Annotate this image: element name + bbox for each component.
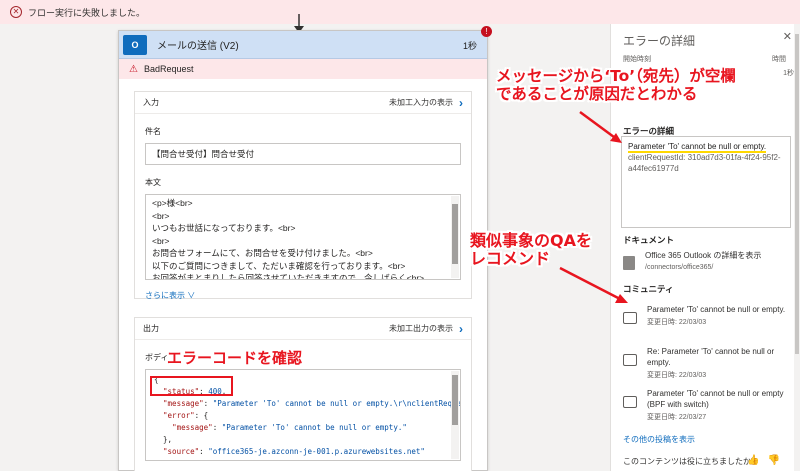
close-icon[interactable]: ✕ bbox=[783, 30, 792, 43]
client-request-id: clientRequestId: 310ad7d3-01fa-4f24-95f2… bbox=[628, 153, 781, 173]
warning-icon: ⚠ bbox=[129, 63, 138, 75]
message-key: "message" bbox=[163, 399, 204, 408]
error-code-bar: ⚠ BadRequest bbox=[119, 59, 487, 79]
error-circle-icon: ✕ bbox=[10, 6, 22, 18]
chat-icon bbox=[623, 396, 637, 408]
input-section-header: 入力 未加工入力の表示 › bbox=[135, 92, 471, 114]
show-more-link[interactable]: さらに表示 ∨ bbox=[145, 290, 471, 301]
action-title: メールの送信 (V2) bbox=[157, 41, 239, 52]
body-line: <br> bbox=[152, 210, 170, 221]
community-item-title: Parameter 'To' cannot be null or empty (… bbox=[647, 389, 784, 409]
output-header: 出力 bbox=[143, 324, 159, 333]
body-line: お回答がまとまりしたら回答させていただきますので、今しばらく<br> bbox=[152, 273, 425, 280]
community-item[interactable]: Parameter 'To' cannot be null or empty. … bbox=[623, 304, 793, 327]
qa-annotation-line2: レコメンド bbox=[470, 249, 551, 269]
error-code-annotation: エラーコードを確認 bbox=[167, 349, 303, 367]
feedback-question: このコンテンツは役に立ちましたか? bbox=[623, 457, 756, 466]
source-key: "source" bbox=[163, 447, 200, 456]
body-line: 以下のご質問につきまして、ただいま確認を行っております。<br> bbox=[152, 260, 406, 271]
inner-message-key: "message" bbox=[172, 423, 213, 432]
outlook-icon: O bbox=[123, 34, 147, 55]
doc-title: Office 365 Outlook の詳細を表示 bbox=[645, 251, 762, 260]
error-key: "error" bbox=[163, 411, 195, 420]
input-header: 入力 bbox=[143, 98, 159, 107]
input-section: 入力 未加工入力の表示 › 件名 【問合せ受付】問合せ受付 本文 <p>様<br… bbox=[134, 91, 472, 301]
body-line: お問合せフォームにて、お問合せを受け付けました。<br> bbox=[152, 248, 373, 258]
banner-message: フロー実行に失敗しました。 bbox=[28, 7, 146, 18]
body-line: いつもお世話になっております。<br> bbox=[152, 223, 296, 233]
inner-message-value: "Parameter 'To' cannot be null or empty.… bbox=[221, 423, 407, 432]
chevron-right-icon: › bbox=[459, 321, 463, 336]
body-line: <p>様<br> bbox=[152, 198, 193, 208]
status-highlight-box bbox=[150, 376, 233, 396]
chat-icon bbox=[623, 312, 637, 324]
community-item-date: 変更日時: 22/03/03 bbox=[647, 319, 707, 326]
duration-value: 1秒 bbox=[783, 70, 794, 77]
cause-annotation-line2: であることが原因だとわかる bbox=[496, 84, 698, 103]
community-item-title: Re: Parameter 'To' cannot be null or emp… bbox=[647, 347, 775, 367]
start-time-label: 開始時刻 bbox=[623, 56, 651, 63]
community-heading: コミュニティ bbox=[623, 284, 674, 294]
show-raw-input-label: 未加工入力の表示 bbox=[389, 98, 453, 107]
cause-annotation: メッセージから‘To’（宛先）が空欄 であることが原因だとわかる bbox=[496, 67, 736, 104]
show-other-posts-link[interactable]: その他の投稿を表示 bbox=[623, 434, 695, 445]
chat-icon bbox=[623, 354, 637, 366]
qa-annotation-line1: 類似事象のQAを bbox=[470, 231, 592, 250]
community-item[interactable]: Re: Parameter 'To' cannot be null or emp… bbox=[623, 346, 793, 380]
error-badge-icon: ! bbox=[481, 26, 492, 37]
subject-field: 【問合せ受付】問合せ受付 bbox=[145, 143, 461, 165]
body-label: 本文 bbox=[145, 178, 161, 187]
error-code: BadRequest bbox=[143, 64, 194, 74]
body-line: <br> bbox=[152, 235, 170, 246]
error-message: Parameter 'To' cannot be null or empty. bbox=[628, 142, 767, 153]
thumbs-down-icon[interactable]: 👎 bbox=[768, 455, 780, 466]
code-scrollbar[interactable] bbox=[451, 371, 459, 459]
error-details-text[interactable]: Parameter 'To' cannot be null or empty. … bbox=[621, 136, 791, 228]
qa-annotation: 類似事象のQAを レコメンド bbox=[470, 231, 592, 269]
subject-label: 件名 bbox=[145, 127, 161, 136]
body-scrollbar[interactable] bbox=[451, 196, 459, 278]
community-item-title: Parameter 'To' cannot be null or empty. bbox=[647, 305, 786, 314]
action-duration: 1秒 bbox=[462, 41, 477, 51]
source-value: "office365-je.azconn-je-001.p.azurewebsi… bbox=[208, 447, 425, 456]
show-raw-output-label: 未加工出力の表示 bbox=[389, 324, 453, 333]
send-email-action-card[interactable]: O メールの送信 (V2) 1秒 ! ⚠ BadRequest 入力 未加工入力… bbox=[118, 26, 492, 471]
action-card-header[interactable]: O メールの送信 (V2) 1秒 ! bbox=[119, 26, 492, 59]
message-value: "Parameter 'To' cannot be null or empty.… bbox=[212, 399, 461, 408]
feedback-buttons: 👍 👎 bbox=[747, 455, 780, 466]
document-icon bbox=[623, 256, 635, 270]
show-raw-input-link[interactable]: 未加工入力の表示 › bbox=[389, 96, 463, 110]
doc-link-item[interactable]: Office 365 Outlook の詳細を表示 /connectors/of… bbox=[623, 250, 793, 271]
thumbs-up-icon[interactable]: 👍 bbox=[747, 455, 759, 466]
panel-title: エラーの詳細 bbox=[623, 34, 696, 48]
community-item-date: 変更日時: 22/03/27 bbox=[647, 414, 707, 421]
output-section-header: 出力 未加工出力の表示 › bbox=[135, 318, 471, 340]
community-item[interactable]: Parameter 'To' cannot be null or empty (… bbox=[623, 388, 793, 422]
body-text: <p>様<br> <br> いつもお世話になっております。<br> <br> お問合せフ… bbox=[152, 197, 446, 280]
community-item-date: 変更日時: 22/03/03 bbox=[647, 372, 707, 379]
code-close-brace: }, bbox=[163, 435, 173, 444]
doc-path: /connectors/office365/ bbox=[645, 264, 714, 271]
cause-annotation-line1: メッセージから‘To’（宛先）が空欄 bbox=[496, 67, 736, 85]
chevron-right-icon: › bbox=[459, 95, 463, 110]
panel-scrollbar[interactable] bbox=[794, 24, 800, 471]
documents-heading: ドキュメント bbox=[623, 235, 675, 245]
show-raw-output-link[interactable]: 未加工出力の表示 › bbox=[389, 322, 463, 336]
flow-failure-banner: ✕ フロー実行に失敗しました。 bbox=[0, 0, 800, 24]
duration-label: 時間 bbox=[772, 56, 786, 63]
body-field[interactable]: <p>様<br> <br> いつもお世話になっております。<br> <br> お問合せフ… bbox=[145, 194, 461, 280]
